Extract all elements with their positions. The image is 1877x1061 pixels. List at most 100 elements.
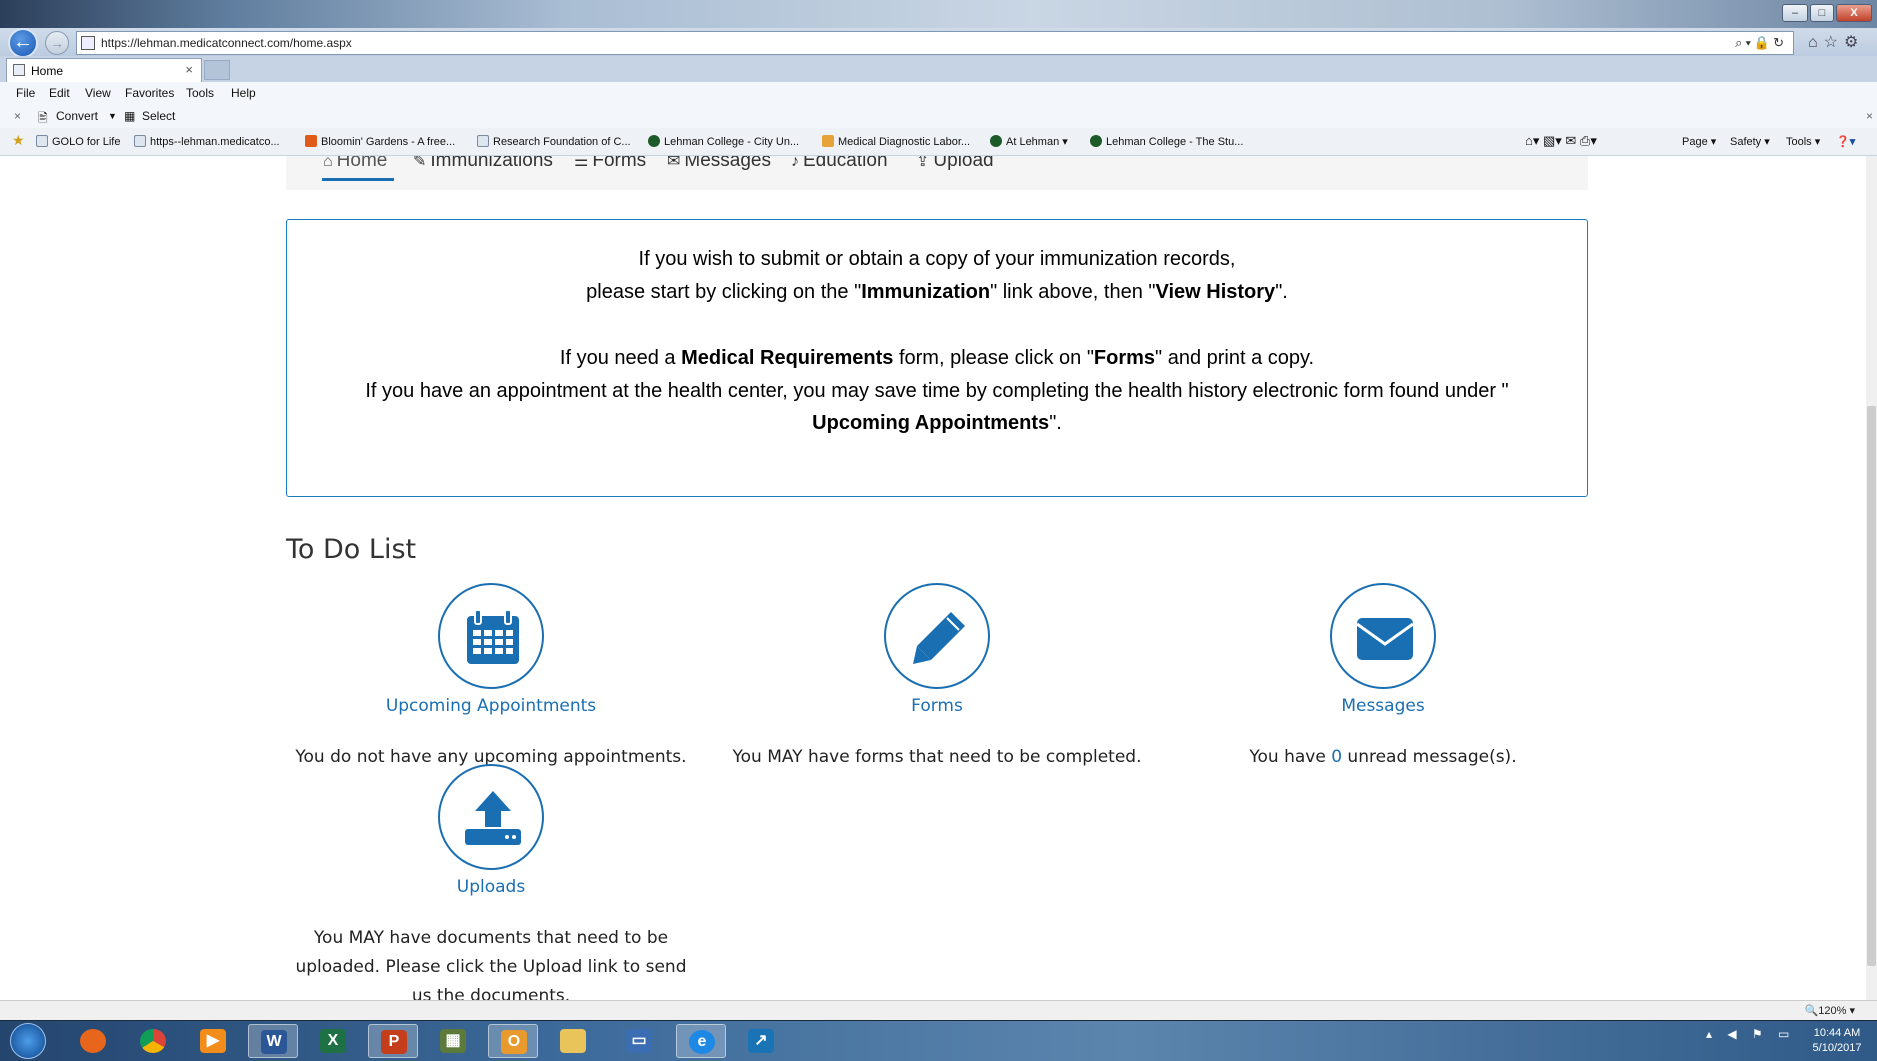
appointments-circle-button[interactable] [438, 583, 544, 689]
word-taskbar-button[interactable]: W [248, 1024, 298, 1058]
forms-link[interactable]: Forms [732, 696, 1142, 716]
close-window-button[interactable]: X [1836, 4, 1872, 22]
notice-line-5: Upcoming Appointments". [287, 412, 1587, 435]
messages-link[interactable]: Messages [1178, 696, 1588, 716]
convert-button[interactable]: Convert [56, 109, 98, 123]
unread-count[interactable]: 0 [1331, 747, 1342, 767]
media-player-taskbar-button[interactable]: ▶ [188, 1024, 238, 1058]
fav-label: Research Foundation of C... [493, 136, 631, 148]
help-icon[interactable]: ❓▾ [1836, 135, 1855, 148]
address-tools-icons[interactable]: ⌕▾🔒↻ [1735, 35, 1787, 51]
appointments-link[interactable]: Upcoming Appointments [286, 696, 696, 716]
lehman-shield-icon [990, 135, 1002, 147]
safety-menu[interactable]: Safety ▾ [1730, 135, 1770, 148]
new-tab-button[interactable] [204, 60, 230, 80]
menu-view[interactable]: View [85, 86, 111, 100]
remote-desktop-icon: ▭ [626, 1029, 652, 1053]
forward-button[interactable]: → [45, 31, 69, 55]
convert-dropdown-icon[interactable]: ▼ [108, 111, 117, 121]
menu-bar: File Edit View Favorites Tools Help [0, 82, 1877, 104]
scrollbar-thumb[interactable] [1867, 406, 1876, 966]
system-tray-icons[interactable]: ▴ ◀ ⚑ ▭ [1706, 1027, 1795, 1041]
powerpoint-taskbar-button[interactable]: P [368, 1024, 418, 1058]
nav-immunizations[interactable]: ✎ Immunizations [413, 156, 553, 172]
powerpoint-icon: P [381, 1030, 407, 1054]
tab-title: Home [31, 64, 64, 78]
restore-button[interactable]: □ [1810, 4, 1834, 22]
zoom-level[interactable]: 🔍120% ▾ [1805, 1004, 1855, 1017]
tab-close-icon[interactable]: × [185, 62, 193, 77]
tools-menu[interactable]: Tools ▾ [1786, 135, 1820, 148]
nav-upload[interactable]: ⇪ Upload [916, 156, 994, 172]
forms-circle-button[interactable] [884, 583, 990, 689]
menu-favorites[interactable]: Favorites [125, 86, 174, 100]
nav-home[interactable]: ⌂ Home [323, 156, 387, 172]
menu-file[interactable]: File [16, 86, 35, 100]
todo-card-uploads: Uploads You MAY have documents that need… [286, 764, 696, 1000]
office-tools-taskbar-button[interactable]: ▦ [428, 1024, 478, 1058]
select-button[interactable]: Select [142, 109, 175, 123]
fav-medical-diagnostic[interactable]: Medical Diagnostic Labor... [822, 135, 970, 148]
fav-lehman-student[interactable]: Lehman College - The Stu... [1090, 135, 1243, 148]
close-bar-icon[interactable]: × [1866, 109, 1873, 123]
fav-label: Bloomin' Gardens - A free... [321, 136, 456, 148]
url-text[interactable]: https://lehman.medicatconnect.com/home.a… [101, 36, 352, 50]
start-button[interactable] [10, 1023, 46, 1059]
address-bar[interactable]: https://lehman.medicatconnect.com/home.a… [76, 31, 1794, 55]
firefox-taskbar-button[interactable] [68, 1024, 118, 1058]
word-icon: W [261, 1030, 287, 1054]
excel-taskbar-button[interactable]: X [308, 1024, 358, 1058]
chrome-taskbar-button[interactable] [128, 1024, 178, 1058]
menu-help[interactable]: Help [231, 86, 256, 100]
uploads-link[interactable]: Uploads [286, 877, 696, 897]
home-star-gear-icons[interactable]: ⌂☆⚙ [1808, 32, 1864, 52]
internet-explorer-taskbar-button[interactable]: e [676, 1024, 726, 1058]
tab-home[interactable]: Home × [6, 58, 202, 82]
taskbar-clock[interactable]: 10:44 AM 5/10/2017 [1806, 1026, 1868, 1056]
list-icon: ☰ [574, 156, 589, 170]
outlook-taskbar-button[interactable]: O [488, 1024, 538, 1058]
nav-forms[interactable]: ☰ Forms [574, 156, 646, 172]
notice-bold: Immunization [861, 281, 991, 303]
folder-icon [560, 1029, 586, 1053]
nav-upload-label: Upload [933, 156, 994, 171]
favorites-star-icon[interactable]: ★ [12, 132, 25, 149]
close-command-bar-icon[interactable]: × [14, 109, 21, 123]
fav-golo[interactable]: GOLO for Life [36, 135, 120, 148]
minimize-button[interactable]: – [1782, 4, 1808, 22]
lehman-shield-icon [648, 135, 660, 147]
back-button[interactable]: ← [8, 28, 38, 58]
notice-text: " and print a copy. [1155, 347, 1315, 369]
menu-edit[interactable]: Edit [49, 86, 70, 100]
notice-line-3: If you need a Medical Requirements form,… [287, 347, 1587, 370]
nav-messages-label: Messages [684, 156, 772, 171]
app-taskbar-button[interactable]: ↗ [736, 1024, 786, 1058]
nav-messages[interactable]: ✉ Messages [667, 156, 771, 172]
upload-icon [465, 791, 521, 845]
nav-education[interactable]: ♪ Education [791, 156, 888, 172]
todo-card-forms: Forms You MAY have forms that need to be… [732, 583, 1142, 773]
home-feeds-mail-print-icons[interactable]: ⌂▾ ▧▾ ✉ ⎙▾ [1525, 133, 1597, 149]
page-menu[interactable]: Page ▾ [1682, 135, 1716, 148]
vertical-scrollbar[interactable] [1866, 156, 1877, 1000]
fav-research[interactable]: Research Foundation of C... [477, 135, 631, 148]
fav-medicat[interactable]: https--lehman.medicatco... [134, 135, 280, 148]
clock-time: 10:44 AM [1813, 1027, 1861, 1039]
windows-taskbar: ▶ W X P ▦ O ▭ e ↗ ▴ ◀ ⚑ ▭ 10:44 AM 5/10/… [0, 1021, 1877, 1061]
fav-bloomin[interactable]: Bloomin' Gardens - A free... [305, 135, 455, 148]
todo-list-title: To Do List [286, 534, 417, 565]
upload-icon: ⇪ [916, 156, 930, 170]
file-explorer-taskbar-button[interactable] [548, 1024, 598, 1058]
uploads-description: You MAY have documents that need to be u… [295, 928, 687, 1000]
uploads-circle-button[interactable] [438, 764, 544, 870]
fav-lehman-cuny[interactable]: Lehman College - City Un... [648, 135, 799, 148]
notice-line-1: If you wish to submit or obtain a copy o… [638, 248, 1236, 270]
lehman-shield-icon [1090, 135, 1102, 147]
messages-circle-button[interactable] [1330, 583, 1436, 689]
fav-label: Medical Diagnostic Labor... [838, 136, 971, 148]
nav-home-label: Home [336, 156, 388, 171]
fav-at-lehman[interactable]: At Lehman ▾ [990, 135, 1068, 148]
ie-icon: e [689, 1030, 715, 1054]
remote-desktop-taskbar-button[interactable]: ▭ [614, 1024, 664, 1058]
menu-tools[interactable]: Tools [186, 86, 214, 100]
